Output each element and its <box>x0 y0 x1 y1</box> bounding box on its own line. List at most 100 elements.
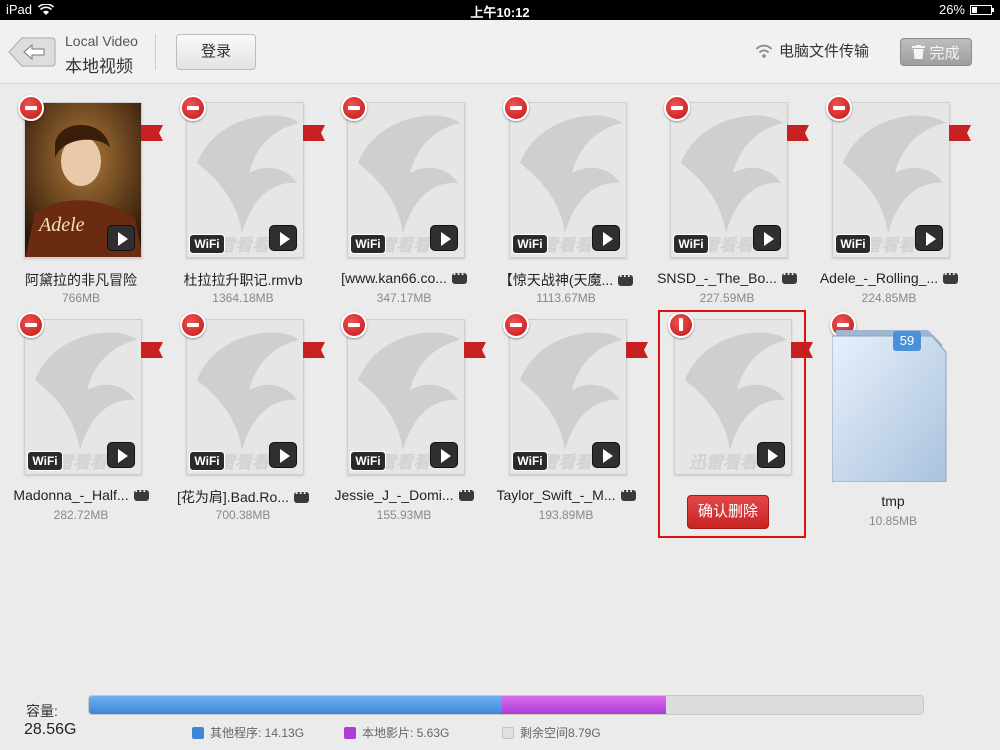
video-thumbnail[interactable]: 迅雷看看 WiFi <box>347 319 465 475</box>
video-thumbnail[interactable]: 迅雷看看 WiFi <box>24 319 142 475</box>
bookmark-flag-icon <box>949 125 971 141</box>
delete-icon[interactable] <box>18 312 44 338</box>
video-size: 193.89MB <box>538 508 594 522</box>
video-name: [花为肩].Bad.Ro... <box>162 486 324 507</box>
folder-count-badge: 59 <box>893 331 921 351</box>
play-icon[interactable] <box>915 225 943 251</box>
more-options-icon[interactable] <box>943 267 959 284</box>
video-item[interactable]: Adele 阿黛拉的非凡冒险 766MB <box>0 90 163 310</box>
video-thumbnail[interactable]: 迅雷看看 WiFi <box>670 102 788 258</box>
wifi-badge-icon: WiFi <box>673 234 709 254</box>
wifi-badge-icon: WiFi <box>835 234 871 254</box>
delete-icon[interactable] <box>503 95 529 121</box>
video-thumbnail[interactable]: 迅雷看看 WiFi <box>832 102 950 258</box>
play-icon[interactable] <box>592 225 620 251</box>
legend-local-label: 本地影片: 5.63G <box>362 726 450 740</box>
done-button[interactable]: 完成 <box>900 38 972 66</box>
delete-icon[interactable] <box>341 312 367 338</box>
folder-name-text: tmp <box>881 493 905 509</box>
capacity-bar <box>88 695 924 715</box>
delete-icon[interactable] <box>180 95 206 121</box>
video-name: Jessie_J_-_Domi... <box>323 484 485 503</box>
bookmark-flag-icon <box>626 342 648 358</box>
video-size: 700.38MB <box>215 508 271 522</box>
play-icon[interactable] <box>430 442 458 468</box>
folder-icon[interactable] <box>832 326 948 482</box>
more-options-icon[interactable] <box>618 269 634 286</box>
video-name: 【惊天战神(天魔... <box>485 269 647 290</box>
page-title: 本地视频 <box>65 57 133 76</box>
more-options-icon[interactable] <box>620 484 636 501</box>
video-name: Adele_-_Rolling_... <box>808 267 970 286</box>
more-options-icon[interactable] <box>133 484 149 501</box>
bookmark-flag-icon <box>141 125 163 141</box>
video-name-text: 【惊天战神(天魔... <box>498 272 614 288</box>
video-size: 155.93MB <box>376 508 432 522</box>
video-size: 1113.67MB <box>536 291 596 305</box>
legend-other-label: 其他程序: 14.13G <box>210 726 305 740</box>
video-thumbnail[interactable]: Adele <box>24 102 142 258</box>
video-item[interactable]: 迅雷看看 WiFi 杜拉拉升职记.rmvb 1364.18MB <box>162 90 325 310</box>
pc-transfer-button[interactable]: 电脑文件传输 <box>755 40 869 61</box>
play-icon[interactable] <box>753 225 781 251</box>
video-item[interactable]: 迅雷看看 WiFi Madonna_-_Half... 282.72MB <box>0 307 163 527</box>
video-name: Taylor_Swift_-_M... <box>485 484 647 503</box>
delete-icon[interactable] <box>18 95 44 121</box>
legend-local: 本地影片: 5.63G <box>344 724 449 741</box>
video-name: 阿黛拉的非凡冒险 <box>0 270 162 290</box>
video-thumbnail[interactable]: 迅雷看看 WiFi <box>509 319 627 475</box>
play-icon[interactable] <box>107 225 135 251</box>
confirm-delete-button[interactable]: 确认删除 <box>687 495 769 529</box>
login-button[interactable]: 登录 <box>176 34 256 70</box>
bookmark-flag-icon <box>141 342 163 358</box>
video-size: 227.59MB <box>699 291 755 305</box>
video-item[interactable]: 迅雷看看 WiFi Jessie_J_-_Domi... 155.93MB <box>323 307 486 527</box>
play-icon[interactable] <box>269 442 297 468</box>
play-icon[interactable] <box>430 225 458 251</box>
svg-text:Adele: Adele <box>37 214 85 236</box>
video-item[interactable]: 迅雷看看 WiFi 【惊天战神(天魔... 1113.67MB <box>485 90 635 310</box>
delete-icon[interactable] <box>826 95 852 121</box>
video-thumbnail[interactable]: 迅雷看看 WiFi <box>186 319 304 475</box>
video-size: 347.17MB <box>376 291 432 305</box>
more-options-icon[interactable] <box>458 484 474 501</box>
video-name: 杜拉拉升职记.rmvb <box>162 270 324 290</box>
more-options-icon[interactable] <box>294 486 310 503</box>
video-item[interactable]: 迅雷看看 WiFi [www.kan66.co... 347.17MB <box>323 90 473 310</box>
video-item[interactable]: 迅雷看看 WiFi Adele_-_Rolling_... 224.85MB <box>808 90 971 310</box>
battery-fill <box>972 6 978 13</box>
play-icon[interactable] <box>592 442 620 468</box>
delete-icon[interactable] <box>503 312 529 338</box>
more-options-icon[interactable] <box>781 267 797 284</box>
wifi-badge-icon: WiFi <box>189 234 225 254</box>
more-options-icon[interactable] <box>451 267 467 284</box>
video-name: [www.kan66.co... <box>323 267 485 286</box>
capacity-local-segment <box>501 696 667 714</box>
video-size: 766MB <box>61 291 101 305</box>
back-button[interactable] <box>8 36 56 68</box>
play-icon[interactable] <box>107 442 135 468</box>
video-thumbnail[interactable]: 迅雷看看 WiFi <box>186 102 304 258</box>
delete-icon[interactable] <box>664 95 690 121</box>
video-item[interactable]: 迅雷看看 WiFi Taylor_Swift_-_M... 193.89MB <box>485 307 648 527</box>
bookmark-flag-icon <box>303 342 325 358</box>
video-name-text: [花为肩].Bad.Ro... <box>176 489 290 505</box>
play-icon[interactable] <box>269 225 297 251</box>
delete-icon[interactable] <box>180 312 206 338</box>
legend-swatch <box>344 726 356 739</box>
video-item[interactable]: 迅雷看看 WiFi SNSD_-_The_Bo... 227.59MB <box>646 90 809 310</box>
wifi-badge-icon: WiFi <box>350 451 386 471</box>
video-name-text: Madonna_-_Half... <box>13 487 129 503</box>
video-item[interactable]: 迅雷看看 WiFi [花为肩].Bad.Ro... 700.38MB <box>162 307 325 527</box>
page-title-en: Local Video <box>65 33 138 49</box>
legend-free-label: 剩余空间8.79G <box>520 726 601 740</box>
done-label: 完成 <box>929 44 960 62</box>
legend-other: 其他程序: 14.13G <box>192 724 304 741</box>
video-size: 282.72MB <box>53 508 109 522</box>
wifi-badge-icon: WiFi <box>512 451 548 471</box>
video-thumbnail[interactable]: 迅雷看看 WiFi <box>509 102 627 258</box>
status-bar: iPad 上午10:12 26% <box>0 0 1000 20</box>
bookmark-flag-icon <box>464 342 486 358</box>
delete-icon[interactable] <box>341 95 367 121</box>
video-thumbnail[interactable]: 迅雷看看 WiFi <box>347 102 465 258</box>
